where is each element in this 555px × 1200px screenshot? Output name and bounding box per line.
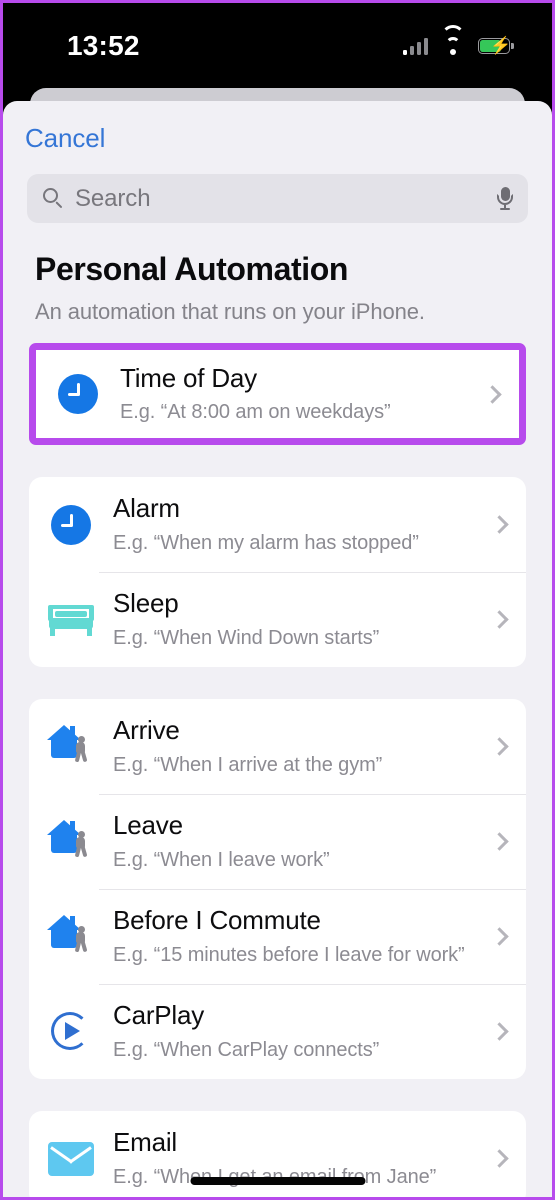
cancel-button[interactable]: Cancel: [25, 123, 105, 154]
search-input[interactable]: Search: [27, 174, 528, 223]
list-item-title: CarPlay: [113, 1000, 205, 1031]
list-item-leave[interactable]: Leave E.g. “When I leave work”: [29, 794, 526, 889]
page-heading: Personal Automation An automation that r…: [3, 223, 552, 325]
chevron-right-icon: [490, 515, 509, 534]
list-item-title: Alarm: [113, 493, 180, 524]
list-item-title: Email: [113, 1127, 178, 1158]
home-indicator[interactable]: [190, 1177, 365, 1185]
list-item-arrive[interactable]: Arrive E.g. “When I arrive at the gym”: [29, 699, 526, 794]
list-item-subtitle: E.g. “When CarPlay connects”: [113, 1038, 380, 1061]
chevron-right-icon: [490, 610, 509, 629]
clock-icon: [50, 366, 106, 422]
list-item-alarm[interactable]: Alarm E.g. “When my alarm has stopped”: [29, 477, 526, 572]
clock-icon: [43, 497, 99, 553]
phone-screen: 13:52 ⚡ Cancel Search Personal Automatio…: [0, 0, 555, 1200]
list-item-subtitle: E.g. “When Wind Down starts”: [113, 626, 380, 649]
home-person-icon: [43, 909, 99, 965]
list-item-title: Before I Commute: [113, 905, 321, 936]
list-item-subtitle: E.g. “When my alarm has stopped”: [113, 531, 419, 554]
chevron-right-icon: [490, 832, 509, 851]
bed-icon: [43, 592, 99, 648]
search-placeholder: Search: [75, 184, 151, 212]
signal-bars-icon: [402, 37, 428, 55]
chevron-right-icon: [490, 1149, 509, 1168]
chevron-right-icon: [483, 384, 502, 404]
list-item-title: Time of Day: [120, 362, 257, 393]
automation-group-location: Arrive E.g. “When I arrive at the gym” L…: [29, 699, 526, 1079]
page-subtitle: An automation that runs on your iPhone.: [35, 299, 425, 324]
battery-charging-icon: ⚡: [478, 36, 514, 55]
microphone-icon[interactable]: [496, 186, 514, 212]
list-item-title: Sleep: [113, 588, 179, 619]
chevron-right-icon: [490, 1022, 509, 1041]
page-title: Personal Automation: [35, 251, 349, 287]
search-container: Search: [3, 154, 552, 223]
list-item-title: Arrive: [113, 715, 180, 746]
carplay-icon: [43, 1004, 99, 1060]
chevron-right-icon: [490, 737, 509, 756]
search-icon: [43, 188, 64, 209]
sheet-toolbar: Cancel: [3, 101, 552, 154]
list-item-subtitle: E.g. “When I arrive at the gym”: [113, 753, 383, 776]
automation-sheet: Cancel Search Personal Automation An aut…: [3, 101, 552, 1197]
list-item-sleep[interactable]: Sleep E.g. “When Wind Down starts”: [29, 572, 526, 667]
list-item-subtitle: E.g. “15 minutes before I leave for work…: [113, 943, 465, 966]
list-item-carplay[interactable]: CarPlay E.g. “When CarPlay connects”: [29, 984, 526, 1079]
chevron-right-icon: [490, 927, 509, 946]
automation-group-time: Time of Day E.g. “At 8:00 am on weekdays…: [29, 343, 526, 445]
list-item-subtitle: E.g. “At 8:00 am on weekdays”: [120, 401, 391, 424]
mail-icon: [43, 1131, 99, 1187]
list-item-before-i-commute[interactable]: Before I Commute E.g. “15 minutes before…: [29, 889, 526, 984]
list-item-subtitle: E.g. “When I leave work”: [113, 848, 330, 871]
automation-group-alarm-sleep: Alarm E.g. “When my alarm has stopped” S…: [29, 477, 526, 667]
wifi-icon: [441, 25, 465, 55]
list-item-title: Leave: [113, 810, 183, 841]
home-person-icon: [43, 814, 99, 870]
status-bar-indicators: ⚡: [402, 25, 514, 55]
status-bar: 13:52 ⚡: [3, 3, 552, 89]
list-item-time-of-day[interactable]: Time of Day E.g. “At 8:00 am on weekdays…: [36, 350, 519, 438]
status-bar-time: 13:52: [67, 30, 140, 61]
home-person-icon: [43, 719, 99, 775]
